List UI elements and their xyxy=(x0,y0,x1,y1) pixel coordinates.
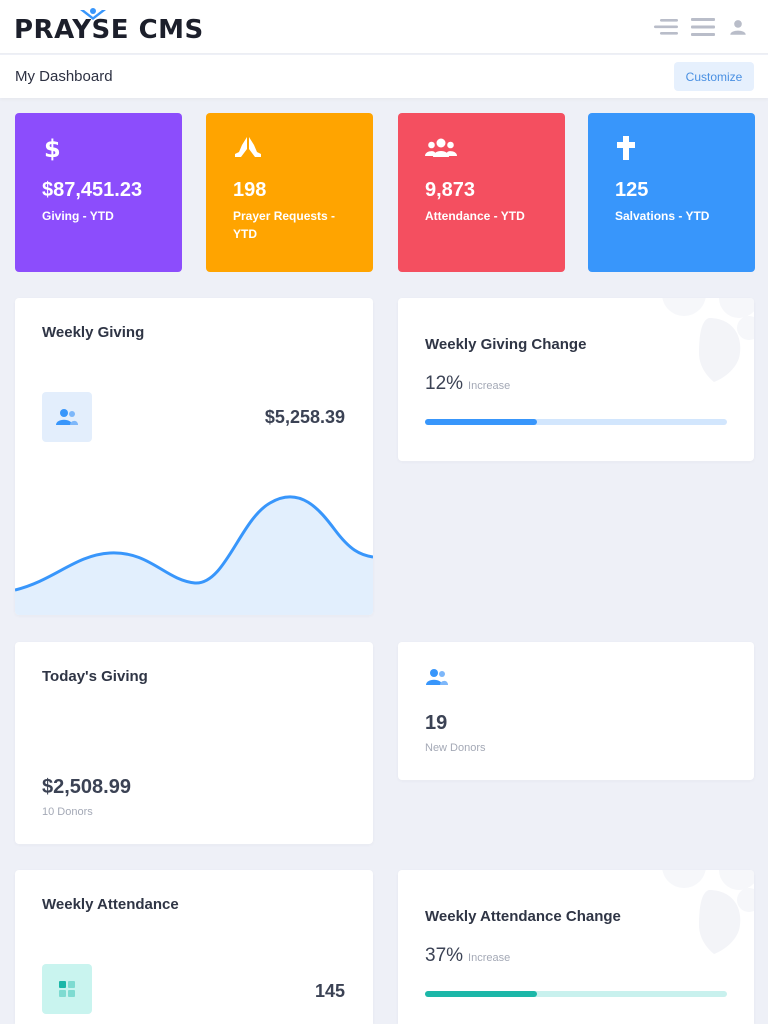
menu-right-icon[interactable] xyxy=(652,15,678,39)
page-header: My Dashboard Customize xyxy=(0,55,768,98)
decorative-drops xyxy=(662,870,754,954)
customize-button[interactable]: Customize xyxy=(674,62,754,91)
page-title: My Dashboard xyxy=(15,68,113,85)
stat-label: Giving - YTD xyxy=(42,209,114,223)
users-icon xyxy=(426,669,448,685)
change-label: Increase xyxy=(468,380,511,392)
new-donors-count: 19 xyxy=(425,712,448,734)
new-donors-label: New Donors xyxy=(425,742,486,754)
stat-card-giving[interactable]: $ $87,451.23 Giving - YTD xyxy=(15,113,182,272)
stat-value: 9,873 xyxy=(425,179,476,201)
weekly-attendance-icon-box xyxy=(42,964,92,1014)
weekly-giving-sparkline xyxy=(15,495,373,615)
dollar-icon: $ xyxy=(44,135,61,161)
giving-change-progress xyxy=(425,419,727,425)
card-title: Weekly Giving Change xyxy=(425,336,587,353)
svg-text:$: $ xyxy=(44,135,61,161)
todays-giving-card: Today's Giving $2,508.99 10 Donors xyxy=(15,642,373,844)
logo-text: PRAYSE CMS xyxy=(14,15,204,45)
change-label: Increase xyxy=(468,952,511,964)
users-icon xyxy=(56,409,78,425)
weekly-giving-icon-box xyxy=(42,392,92,442)
weekly-giving-change-card: Weekly Giving Change 12% Increase xyxy=(398,298,754,461)
giving-change-progress-fill xyxy=(425,419,537,425)
weekly-attendance-change-card: Weekly Attendance Change 37% Increase xyxy=(398,870,754,1024)
card-title: Weekly Attendance Change xyxy=(425,908,621,925)
praying-hands-icon xyxy=(235,137,261,157)
users-icon xyxy=(425,138,457,157)
stat-card-salvations[interactable]: 125 Salvations - YTD xyxy=(588,113,755,272)
attendance-change-progress xyxy=(425,991,727,997)
weekly-giving-amount: $5,258.39 xyxy=(264,407,345,427)
card-title: Today's Giving xyxy=(42,668,148,685)
change-percent-row: 37% Increase xyxy=(425,945,510,967)
todays-giving-amount: $2,508.99 xyxy=(42,776,131,798)
stat-label: Salvations - YTD xyxy=(615,209,710,223)
stat-label: Attendance - YTD xyxy=(425,209,525,223)
user-icon[interactable] xyxy=(728,15,748,39)
todays-giving-donors: 10 Donors xyxy=(42,806,93,818)
card-title: Weekly Giving xyxy=(42,324,145,341)
weekly-attendance-count: 145 xyxy=(314,981,345,1001)
weekly-giving-card: Weekly Giving $5,258.39 xyxy=(15,298,373,615)
grid-icon xyxy=(59,981,75,997)
card-title: Weekly Attendance xyxy=(42,896,179,913)
attendance-change-progress-fill xyxy=(425,991,537,997)
cross-icon xyxy=(617,136,635,160)
top-navbar: PRAYSE CMS xyxy=(0,0,768,54)
stat-card-attendance[interactable]: 9,873 Attendance - YTD xyxy=(398,113,565,272)
weekly-attendance-card: Weekly Attendance 145 xyxy=(15,870,373,1024)
praise-figure-icon xyxy=(80,8,106,20)
change-percent: 37% xyxy=(425,945,464,966)
logo[interactable]: PRAYSE CMS xyxy=(14,8,204,47)
change-percent: 12% xyxy=(425,373,464,394)
stat-value: 198 xyxy=(233,179,267,201)
decorative-drops xyxy=(662,298,754,382)
new-donors-card: 19 New Donors xyxy=(398,642,754,780)
menu-icon[interactable] xyxy=(690,15,716,39)
stat-value: 125 xyxy=(615,179,649,201)
stat-value: $87,451.23 xyxy=(42,179,143,201)
stat-card-prayer-requests[interactable]: 198 Prayer Requests - YTD xyxy=(206,113,373,272)
change-percent-row: 12% Increase xyxy=(425,373,510,395)
stat-label: Prayer Requests - YTD xyxy=(233,209,336,241)
